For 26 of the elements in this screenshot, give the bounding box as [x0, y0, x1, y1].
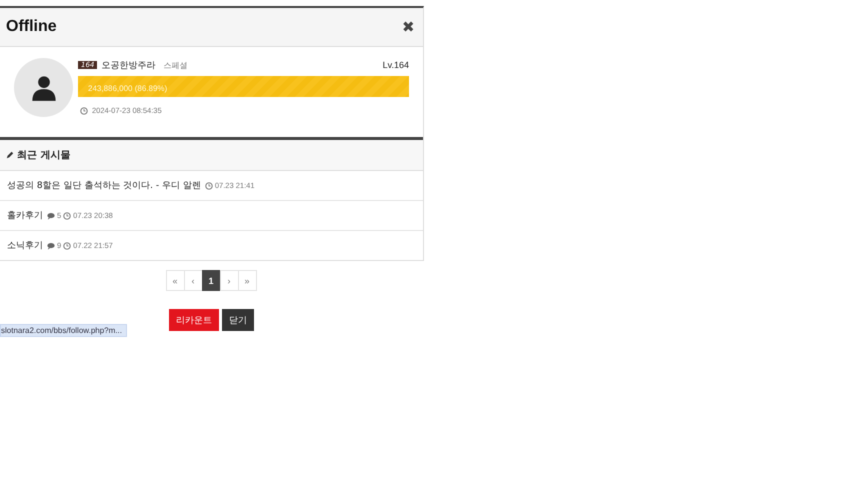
- section-title: 최근 게시물: [17, 149, 70, 162]
- post-title[interactable]: 소닉후기: [7, 239, 43, 252]
- user-icon: [30, 74, 58, 102]
- pencil-icon: [6, 151, 14, 159]
- comment-icon: [47, 242, 55, 250]
- page-button[interactable]: «: [166, 270, 184, 291]
- close-button[interactable]: ✖: [402, 18, 415, 36]
- post-title[interactable]: 성공의 8할은 일단 출석하는 것이다. - 우디 알렌: [7, 179, 201, 192]
- clock-icon: [63, 212, 72, 220]
- page-button[interactable]: »: [238, 270, 256, 291]
- user-name: 오공한방주라: [101, 60, 156, 72]
- clock-icon: [204, 182, 213, 190]
- dialog-title: Offline: [6, 18, 57, 36]
- page-button[interactable]: ›: [220, 270, 238, 291]
- clock-icon: [80, 106, 88, 114]
- post-title[interactable]: 홀카후기: [7, 209, 43, 222]
- page-button[interactable]: 1: [202, 270, 220, 291]
- level-text: Lv.164: [382, 60, 409, 70]
- status-url: slotnara2.com/bbs/follow.php?m...: [0, 324, 127, 337]
- recount-button[interactable]: 리카운트: [169, 309, 219, 331]
- page-button[interactable]: ‹: [184, 270, 202, 291]
- close-dialog-button[interactable]: 닫기: [222, 309, 254, 331]
- exp-text: 243,886,000 (86.89%): [87, 84, 168, 93]
- comment-icon: [47, 212, 55, 220]
- user-tag: 스페셜: [163, 60, 188, 70]
- clock-icon: [63, 242, 72, 250]
